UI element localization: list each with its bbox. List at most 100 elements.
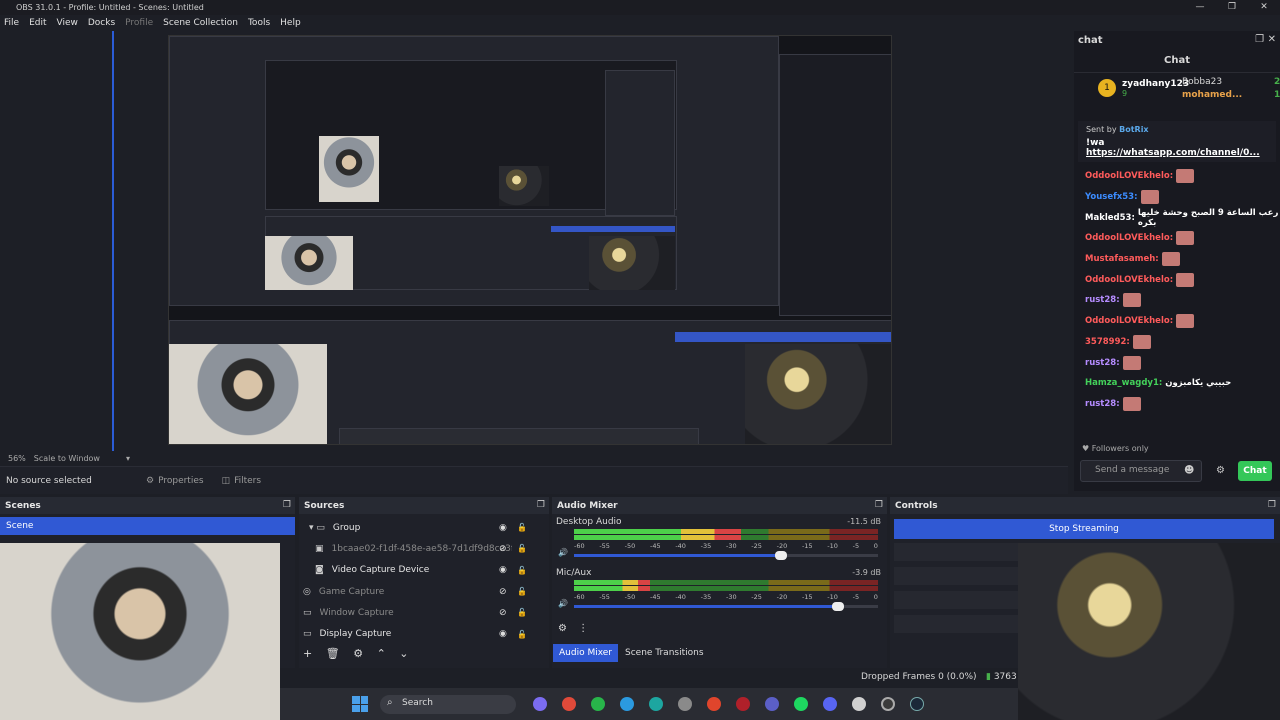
menu-docks[interactable]: Docks bbox=[88, 18, 115, 28]
chat-username[interactable]: 3578992: bbox=[1085, 337, 1130, 347]
meter-tick-label: -60 bbox=[574, 542, 585, 550]
tab-scene-transitions[interactable]: Scene Transitions bbox=[619, 644, 710, 662]
menu-tools[interactable]: Tools bbox=[248, 18, 270, 28]
brave-icon[interactable] bbox=[707, 697, 721, 711]
chat-username[interactable]: OddoolLOVEkhelo: bbox=[1085, 275, 1173, 285]
dock-popout-icon[interactable]: ❐ bbox=[283, 500, 291, 510]
gear-icon[interactable]: ⚙ bbox=[353, 647, 363, 660]
control-slot[interactable] bbox=[894, 543, 1018, 561]
pinned-message[interactable]: Sent by BotRix !wa https://whatsapp.com/… bbox=[1078, 121, 1276, 162]
source-item[interactable]: ▭ Window Capture ⊘ 🔓 bbox=[299, 602, 549, 623]
eye-off-icon[interactable]: ⊘ bbox=[499, 587, 507, 597]
chat-username[interactable]: OddoolLOVEkhelo: bbox=[1085, 233, 1173, 243]
menu-file[interactable]: File bbox=[4, 18, 19, 28]
whatsapp-icon[interactable] bbox=[591, 697, 605, 711]
dock-popout-icon[interactable]: ❐ bbox=[537, 500, 545, 510]
discord-icon[interactable] bbox=[823, 697, 837, 711]
dropped-frames: Dropped Frames 0 (0.0%) bbox=[861, 672, 977, 682]
eye-off-icon[interactable]: ⊘ bbox=[499, 544, 507, 554]
edge-icon[interactable] bbox=[649, 697, 663, 711]
volume-slider-knob[interactable] bbox=[832, 602, 845, 611]
control-slot[interactable] bbox=[894, 591, 1018, 609]
source-item[interactable]: ◙ Video Capture Device ◉ 🔓 bbox=[299, 560, 549, 581]
chrome-icon[interactable] bbox=[562, 697, 576, 711]
eye-icon[interactable]: ◉ bbox=[499, 565, 507, 575]
volume-slider[interactable] bbox=[574, 602, 878, 611]
lock-icon[interactable]: 🔓 bbox=[517, 630, 527, 639]
lock-icon[interactable]: 🔓 bbox=[517, 523, 527, 532]
stop-streaming-button[interactable]: Stop Streaming bbox=[894, 519, 1274, 539]
taskbar-search[interactable]: ⌕ Search bbox=[380, 695, 516, 714]
menu-scene-collection[interactable]: Scene Collection bbox=[163, 18, 238, 28]
chat-username[interactable]: Yousefx53: bbox=[1085, 192, 1138, 202]
menu-help[interactable]: Help bbox=[280, 18, 301, 28]
chat-send-button[interactable]: Chat bbox=[1238, 461, 1272, 481]
dock-popout-icon[interactable]: ❐ ✕ bbox=[1255, 34, 1276, 45]
menu-profile[interactable]: Profile bbox=[125, 18, 153, 28]
eye-icon[interactable]: ◉ bbox=[499, 523, 507, 533]
minimize-button[interactable]: — bbox=[1184, 0, 1216, 15]
chevron-up-icon[interactable]: ⌃ bbox=[377, 647, 386, 660]
app-icon[interactable] bbox=[852, 697, 866, 711]
menu-edit[interactable]: Edit bbox=[29, 18, 46, 28]
chat-username[interactable]: Mustafasameh: bbox=[1085, 254, 1159, 264]
control-slot[interactable] bbox=[894, 567, 1018, 585]
meter-tick-label: -30 bbox=[725, 593, 737, 601]
lock-icon[interactable]: 🔓 bbox=[517, 544, 527, 553]
obs-icon[interactable] bbox=[881, 697, 895, 711]
pinned-url[interactable]: https://whatsapp.com/channel/0... bbox=[1086, 148, 1268, 158]
volume-slider-knob[interactable] bbox=[774, 551, 787, 560]
chat-username[interactable]: rust28: bbox=[1085, 399, 1120, 409]
nested-webcam-4 bbox=[589, 236, 675, 290]
more-icon[interactable]: ⋮ bbox=[578, 623, 588, 634]
meter-ticks: -60 -55 -50 -45 -40 -35 -30 -25 -20 -15 -10 -5 0 bbox=[574, 593, 878, 601]
filters-button[interactable]: ◫ Filters bbox=[222, 476, 262, 486]
chat-username[interactable]: rust28: bbox=[1085, 295, 1120, 305]
teams-icon[interactable] bbox=[765, 697, 779, 711]
chat-username[interactable]: OddoolLOVEkhelo: bbox=[1085, 171, 1173, 181]
app-icon[interactable] bbox=[736, 697, 750, 711]
scale-mode-select[interactable]: Scale to Window bbox=[34, 454, 100, 463]
chat-text: رعب الساعة 9 الصبح وحشة خليها بكره bbox=[1137, 207, 1279, 228]
eye-icon[interactable]: ◉ bbox=[499, 629, 507, 639]
source-item[interactable]: ▭ Display Capture ◉ 🔓 bbox=[299, 623, 549, 644]
eye-off-icon[interactable]: ⊘ bbox=[499, 608, 507, 618]
source-item[interactable]: ◎ Game Capture ⊘ 🔓 bbox=[299, 581, 549, 602]
control-slot[interactable] bbox=[894, 615, 1018, 633]
add-icon[interactable]: + bbox=[303, 647, 312, 660]
scene-item[interactable]: Scene bbox=[0, 517, 295, 535]
emoji-icon[interactable]: ☻ bbox=[1184, 465, 1194, 476]
windows-start-icon[interactable] bbox=[352, 696, 368, 712]
properties-button[interactable]: ⚙ Properties bbox=[146, 476, 204, 486]
chat-username[interactable]: OddoolLOVEkhelo: bbox=[1085, 316, 1173, 326]
source-item[interactable]: ▣ 1bcaae02-f1df-458e-ae58-7d1df9d8ca3f.gi… bbox=[299, 538, 549, 559]
maximize-button[interactable]: ❐ bbox=[1216, 0, 1248, 15]
telegram-icon[interactable] bbox=[620, 697, 634, 711]
webcam-overlay-left bbox=[0, 543, 280, 720]
dock-popout-icon[interactable]: ❐ bbox=[1268, 500, 1276, 510]
meter-tick-label: -15 bbox=[801, 593, 813, 601]
trash-icon[interactable]: 🗑 bbox=[326, 647, 340, 660]
close-button[interactable]: ✕ bbox=[1248, 0, 1280, 15]
chat-username[interactable]: Makled53: bbox=[1085, 213, 1135, 223]
speaker-icon[interactable]: 🔊 bbox=[558, 599, 568, 608]
chevron-down-icon[interactable]: ⌄ bbox=[399, 647, 408, 660]
volume-slider[interactable] bbox=[574, 551, 878, 560]
chat-username[interactable]: rust28: bbox=[1085, 358, 1120, 368]
app-icon[interactable] bbox=[533, 697, 547, 711]
source-item[interactable]: ▾ ▭ Group ◉ 🔓 bbox=[299, 517, 549, 538]
chat-settings-icon[interactable]: ⚙ bbox=[1216, 465, 1225, 476]
menu-view[interactable]: View bbox=[57, 18, 78, 28]
gear-icon[interactable]: ⚙ bbox=[558, 623, 567, 634]
app-icon[interactable] bbox=[678, 697, 692, 711]
lock-icon[interactable]: 🔓 bbox=[517, 587, 527, 596]
dock-popout-icon[interactable]: ❐ bbox=[875, 500, 883, 510]
speaker-icon[interactable]: 🔊 bbox=[558, 548, 568, 557]
steam-icon[interactable] bbox=[910, 697, 924, 711]
lock-icon[interactable]: 🔓 bbox=[517, 566, 527, 575]
chevron-down-icon[interactable]: ▾ bbox=[126, 454, 130, 463]
chat-username[interactable]: Hamza_wagdy1: bbox=[1085, 378, 1162, 388]
tab-audio-mixer[interactable]: Audio Mixer bbox=[553, 644, 618, 662]
lock-icon[interactable]: 🔓 bbox=[517, 608, 527, 617]
spotify-icon[interactable] bbox=[794, 697, 808, 711]
